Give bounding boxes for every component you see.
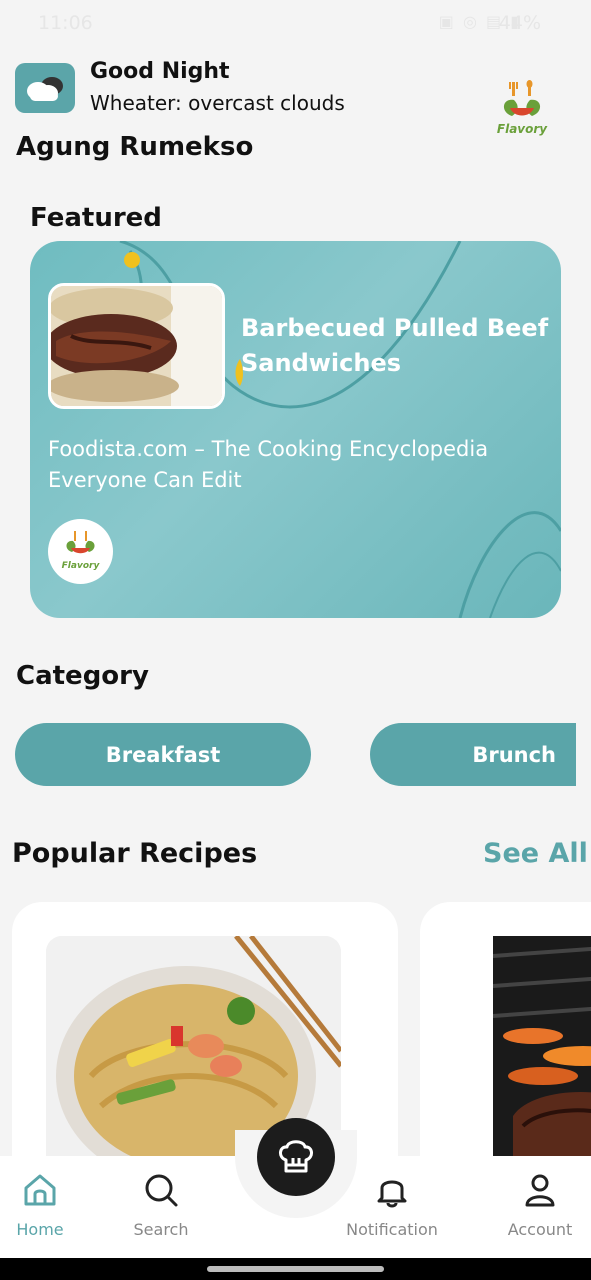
- recipe-image: [493, 936, 591, 1176]
- gesture-bar: [0, 1258, 591, 1280]
- status-battery: 44%: [498, 12, 541, 34]
- chef-hat-fab-button[interactable]: [257, 1118, 335, 1196]
- home-icon: [24, 1174, 56, 1206]
- featured-section-title: Featured: [30, 203, 162, 233]
- featured-recipe-source: Foodista.com – The Cooking Encyclopedia …: [48, 437, 489, 492]
- nav-notification-label: Notification: [346, 1220, 438, 1239]
- user-icon: [525, 1174, 555, 1207]
- leaf-fork-icon: [503, 80, 541, 116]
- nav-account[interactable]: Account: [490, 1172, 590, 1239]
- bell-icon: [377, 1180, 407, 1208]
- greeting-text: Good Night: [90, 59, 230, 84]
- status-time: 11:06: [38, 12, 93, 34]
- nav-home[interactable]: Home: [0, 1172, 90, 1239]
- header: Good Night Wheater: overcast clouds Flav…: [0, 56, 591, 136]
- search-icon: [145, 1174, 178, 1207]
- brand-name: Flavory: [496, 122, 548, 136]
- brand-logo: Flavory: [492, 78, 552, 140]
- see-all-link[interactable]: See All: [483, 838, 588, 869]
- nav-notification[interactable]: Notification: [342, 1172, 442, 1239]
- featured-source-logo: Flavory: [48, 519, 113, 584]
- nav-search-label: Search: [133, 1220, 189, 1239]
- popular-section-title: Popular Recipes: [12, 838, 258, 869]
- category-brunch-button[interactable]: Brunch: [370, 723, 576, 786]
- weather-text: Wheater: overcast clouds: [90, 91, 345, 115]
- nav-account-label: Account: [507, 1220, 573, 1239]
- featured-recipe-name: Barbecued Pulled Beef Sandwiches: [241, 314, 549, 377]
- status-bar: 11:06 ▣ ◎ ▤ ▮ 44%: [0, 0, 591, 48]
- featured-recipe-card[interactable]: Barbecued Pulled Beef Sandwiches Foodist…: [30, 241, 561, 618]
- category-section-title: Category: [16, 661, 149, 691]
- featured-logo-text: Flavory: [61, 561, 100, 571]
- nav-home-label: Home: [16, 1220, 64, 1239]
- weather-icon: [15, 63, 75, 113]
- gesture-handle[interactable]: [207, 1266, 384, 1272]
- username: Agung Rumekso: [16, 132, 254, 162]
- nav-search[interactable]: Search: [111, 1172, 211, 1239]
- featured-recipe-image: [48, 283, 225, 409]
- category-breakfast-button[interactable]: Breakfast: [15, 723, 311, 786]
- chef-hat-icon: [279, 1140, 313, 1173]
